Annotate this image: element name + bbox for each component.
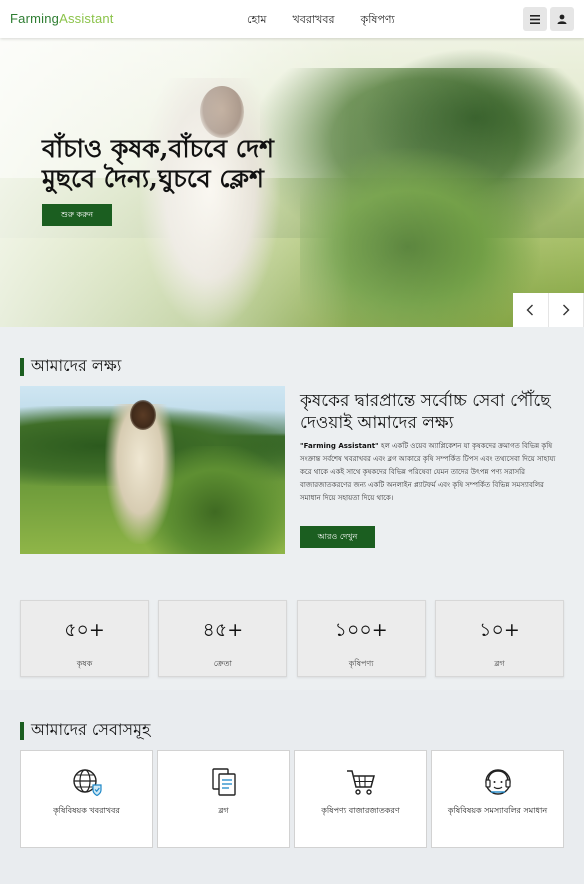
stat-value: ১০০+ bbox=[334, 619, 388, 641]
hero-title-line2: মুছবে দৈন্য,ঘুচবে ক্লেশ bbox=[42, 164, 264, 193]
services-section-heading: আমাদের সেবাসমূহ bbox=[20, 717, 150, 744]
cart-icon bbox=[346, 770, 375, 795]
brand-part1: Farming bbox=[10, 11, 60, 26]
stat-label: কৃষিপণ্য bbox=[348, 659, 374, 668]
stat-card-buyers: ৪৫+ ক্রেতা bbox=[158, 600, 288, 677]
top-navbar: FarmingAssistant হোম খবরাখবর কৃষিপণ্য bbox=[0, 0, 584, 38]
heading-accent-bar bbox=[20, 721, 24, 740]
service-label: ব্লগ bbox=[218, 806, 229, 815]
stat-card-farmers: ৫০+ কৃষক bbox=[20, 600, 149, 677]
user-icon bbox=[557, 14, 567, 24]
stat-label: ক্রেতা bbox=[213, 659, 232, 668]
brand-part2: Assistant bbox=[59, 11, 114, 26]
carousel-controls bbox=[513, 293, 584, 327]
nav-link-products[interactable]: কৃষিপণ্য bbox=[348, 11, 408, 30]
service-label: কৃষিবিষয়ক খবরাখবর bbox=[53, 806, 120, 815]
service-card-solutions[interactable]: কৃষিবিষয়ক সমস্যাবলির সমাধান bbox=[431, 750, 564, 848]
chevron-left-icon bbox=[526, 304, 534, 316]
hero-title: বাঁচাও কৃষক,বাঁচবে দেশ মুছবে দৈন্য,ঘুচবে… bbox=[42, 134, 342, 194]
stat-card-products: ১০০+ কৃষিপণ্য bbox=[296, 600, 426, 677]
heading-accent-bar bbox=[20, 357, 24, 376]
nav-link-home[interactable]: হোম bbox=[234, 11, 280, 30]
see-more-button[interactable]: আরও দেখুন bbox=[300, 526, 375, 548]
stats-row: ৫০+ কৃষক ৪৫+ ক্রেতা ১০০+ কৃষিপণ্য ১০+ ব্… bbox=[20, 600, 564, 677]
stat-value: ৫০+ bbox=[64, 619, 105, 641]
brand-logo[interactable]: FarmingAssistant bbox=[10, 11, 114, 26]
about-title: কৃষকের দ্বারপ্রান্তে সর্বোচ্চ সেবা পৌঁছে… bbox=[300, 391, 551, 433]
carousel-next-button[interactable] bbox=[548, 293, 584, 327]
nav-link-news[interactable]: খবরাখবর bbox=[280, 11, 348, 30]
get-started-button[interactable]: শুরু করুন bbox=[42, 204, 112, 226]
support-icon bbox=[484, 769, 511, 795]
chevron-right-icon bbox=[562, 304, 570, 316]
about-text-body: হল একটি ওয়েব অ্যাপ্লিকেশন যা কৃষকদের ক্… bbox=[300, 442, 556, 502]
stat-label: কৃষক bbox=[76, 659, 93, 668]
stat-card-blogs: ১০+ ব্লগ bbox=[434, 600, 564, 677]
about-farmer-image bbox=[20, 386, 285, 554]
service-card-news[interactable]: কৃষিবিষয়ক খবরাখবর bbox=[20, 750, 153, 848]
hero-banner: বাঁচাও কৃষক,বাঁচবে দেশ মুছবে দৈন্য,ঘুচবে… bbox=[0, 38, 584, 327]
hero-title-line1: বাঁচাও কৃষক,বাঁচবে দেশ bbox=[42, 134, 274, 163]
about-brand-name: "Farming Assistant" bbox=[300, 442, 379, 450]
stat-value: ৪৫+ bbox=[202, 619, 244, 641]
hamburger-menu-button[interactable] bbox=[523, 7, 547, 31]
service-card-blog[interactable]: ব্লগ bbox=[157, 750, 290, 848]
services-row: কৃষিবিষয়ক খবরাখবর ব্লগ কৃষিপণ্য বাজারজা… bbox=[20, 750, 564, 848]
document-icon bbox=[211, 768, 236, 796]
stat-label: ব্লগ bbox=[494, 659, 505, 668]
hamburger-icon bbox=[530, 14, 540, 24]
globe-icon bbox=[72, 769, 102, 797]
user-account-button[interactable] bbox=[550, 7, 574, 31]
about-description: "Farming Assistant" হল একটি ওয়েব অ্যাপ্… bbox=[300, 440, 565, 505]
stat-value: ১০+ bbox=[479, 619, 520, 641]
service-label: কৃষিবিষয়ক সমস্যাবলির সমাধান bbox=[447, 806, 548, 815]
carousel-prev-button[interactable] bbox=[513, 293, 549, 327]
service-card-marketing[interactable]: কৃষিপণ্য বাজারজাতকরণ bbox=[294, 750, 427, 848]
services-heading-text: আমাদের সেবাসমূহ bbox=[31, 720, 151, 739]
about-heading-text: আমাদের লক্ষ্য bbox=[31, 356, 122, 375]
about-section-heading: আমাদের লক্ষ্য bbox=[20, 353, 121, 380]
service-label: কৃষিপণ্য বাজারজাতকরণ bbox=[321, 806, 400, 815]
main-menu: হোম খবরাখবর কৃষিপণ্য bbox=[234, 11, 408, 30]
